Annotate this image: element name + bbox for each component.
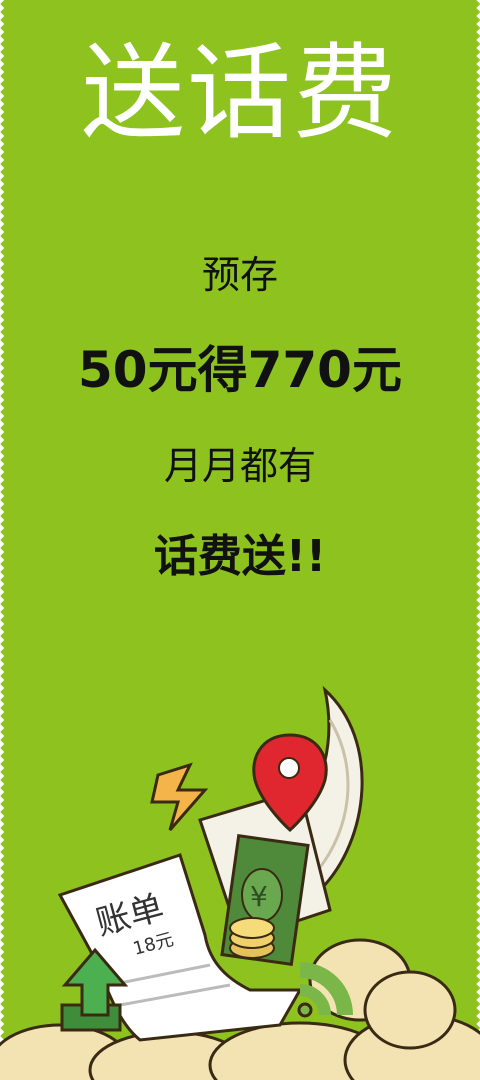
promo-illustration: ¥ 账单 18元 — [0, 685, 480, 1080]
money-stack: ¥ — [220, 834, 310, 966]
promo-line-offer: 50元得770元 — [78, 341, 402, 399]
lightning-icon — [150, 762, 209, 831]
money-symbol: ¥ — [250, 880, 268, 913]
promo-line-gift: 话费送!! — [153, 531, 327, 582]
banner-title: 送话费 — [80, 32, 399, 154]
promo-banner: 送话费 预存 50元得770元 月月都有 话费送!! ¥ 账单 18元 — [0, 0, 480, 1080]
promo-line-monthly: 月月都有 — [163, 444, 316, 488]
promo-line-prestore: 预存 — [201, 253, 278, 297]
